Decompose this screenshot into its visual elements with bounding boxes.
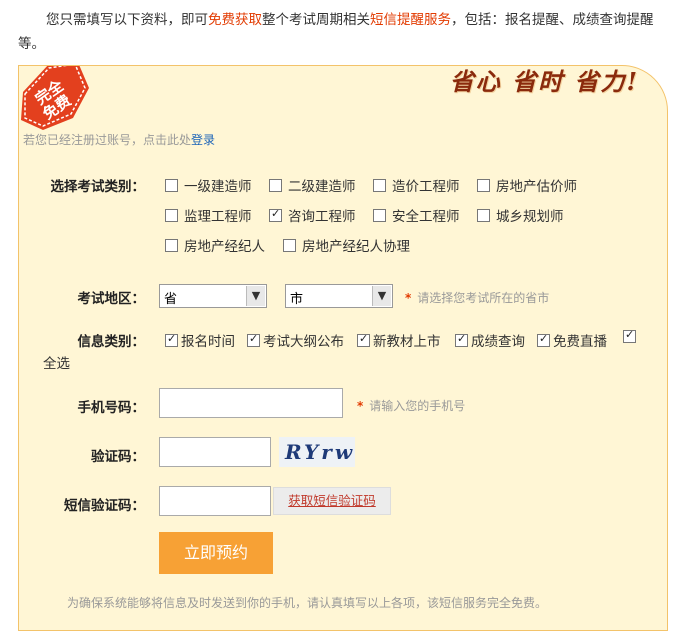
intro-text: 您只需填写以下资料，即可免费获取整个考试周期相关短信提醒服务，包括：报名提醒、成… <box>18 8 666 56</box>
exam-option-label: 一级建造师 <box>184 179 252 195</box>
get-sms-code-button[interactable]: 获取短信验证码 <box>273 487 391 515</box>
exam-option-label: 房地产经纪人协理 <box>302 239 410 255</box>
info-option-label: 报名时间 <box>181 334 235 350</box>
exam-option-2[interactable]: 造价工程师 <box>373 175 460 195</box>
login-link[interactable]: 登录 <box>191 133 215 147</box>
footnote: 为确保系统能够将信息及时发送到你的手机，请认真填写以上各项，该短信服务完全免费。 <box>67 596 548 610</box>
region-hint: * 请选择您考试所在的省市 <box>405 289 549 306</box>
exam-option-9[interactable]: 房地产经纪人协理 <box>283 235 410 255</box>
required-star: * <box>357 399 364 413</box>
checkbox-icon[interactable] <box>373 209 386 222</box>
intro-part2: 整个考试周期相关 <box>262 12 370 28</box>
exam-option-label: 安全工程师 <box>392 209 460 225</box>
phone-hint: * 请输入您的手机号 <box>357 397 465 414</box>
city-select[interactable]: 市 ▼ <box>285 284 393 308</box>
chevron-down-icon[interactable]: ▼ <box>246 286 265 306</box>
exam-option-label: 监理工程师 <box>184 209 252 225</box>
intro-part1: 您只需填写以下资料，即可 <box>46 12 208 28</box>
checkbox-icon[interactable] <box>165 179 178 192</box>
captcha-input[interactable] <box>159 437 271 467</box>
checkbox-checked-icon[interactable] <box>247 332 260 347</box>
info-option-label: 免费直播 <box>553 334 607 350</box>
intro-highlight-sms: 短信提醒服务 <box>370 12 451 28</box>
select-all-label[interactable]: 全选 <box>43 352 70 372</box>
info-option-2[interactable]: 新教材上市 <box>357 330 441 350</box>
info-option-3[interactable]: 成绩查询 <box>455 330 525 350</box>
checkbox-checked-icon[interactable] <box>623 328 636 343</box>
select-all-checkbox[interactable] <box>623 328 642 346</box>
region-label: 考试地区： <box>77 291 146 307</box>
sms-code-label: 短信验证码： <box>64 498 145 514</box>
exam-option-8[interactable]: 房地产经纪人 <box>165 235 265 255</box>
exam-option-label: 二级建造师 <box>288 179 356 195</box>
checkbox-checked-icon[interactable] <box>455 332 468 347</box>
intro-highlight-free: 免费获取 <box>208 12 262 28</box>
checkbox-icon[interactable] <box>477 209 490 222</box>
login-hint: 若您已经注册过账号，点击此处登录 <box>23 131 215 148</box>
required-star: * <box>405 291 412 305</box>
slogan-text: 省心 省时 省力! <box>449 67 639 96</box>
info-option-0[interactable]: 报名时间 <box>165 330 235 350</box>
checkbox-icon[interactable] <box>373 179 386 192</box>
province-value: 省 <box>164 292 178 307</box>
exam-option-7[interactable]: 城乡规划师 <box>477 205 564 225</box>
exam-option-0[interactable]: 一级建造师 <box>165 175 252 195</box>
province-select[interactable]: 省 ▼ <box>159 284 267 308</box>
phone-label: 手机号码： <box>77 400 146 416</box>
region-hint-text: 请选择您考试所在的省市 <box>417 291 550 305</box>
exam-option-label: 造价工程师 <box>392 179 460 195</box>
exam-option-label: 城乡规划师 <box>496 209 564 225</box>
city-value: 市 <box>290 292 304 307</box>
checkbox-icon[interactable] <box>165 239 178 252</box>
checkbox-checked-icon[interactable] <box>537 332 550 347</box>
info-option-label: 成绩查询 <box>471 334 525 350</box>
phone-input[interactable] <box>159 388 343 418</box>
exam-option-5[interactable]: 咨询工程师 <box>269 205 356 225</box>
phone-hint-text: 请输入您的手机号 <box>369 399 466 413</box>
checkbox-icon[interactable] <box>283 239 296 252</box>
checkbox-checked-icon[interactable] <box>357 332 370 347</box>
exam-option-3[interactable]: 房地产估价师 <box>477 175 577 195</box>
exam-option-1[interactable]: 二级建造师 <box>269 175 356 195</box>
sms-code-input[interactable] <box>159 486 271 516</box>
checkbox-checked-icon[interactable] <box>165 332 178 347</box>
exam-option-label: 咨询工程师 <box>288 209 356 225</box>
chevron-down-icon[interactable]: ▼ <box>372 286 391 306</box>
info-option-4[interactable]: 免费直播 <box>537 330 607 350</box>
exam-option-label: 房地产经纪人 <box>184 239 265 255</box>
signup-panel: 完全 免费 省心 省时 省力! 若您已经注册过账号，点击此处登录 选择考试类别：… <box>18 65 668 631</box>
checkbox-icon[interactable] <box>477 179 490 192</box>
checkbox-icon[interactable] <box>269 179 282 192</box>
info-option-1[interactable]: 考试大纲公布 <box>247 330 344 350</box>
exam-option-6[interactable]: 安全工程师 <box>373 205 460 225</box>
captcha-label: 验证码： <box>91 449 145 465</box>
info-types-label: 信息类别： <box>77 334 146 350</box>
checkbox-checked-icon[interactable] <box>269 207 282 222</box>
login-hint-text: 若您已经注册过账号，点击此处 <box>23 133 192 147</box>
exam-option-label: 房地产估价师 <box>496 179 577 195</box>
info-option-label: 新教材上市 <box>373 334 441 350</box>
checkbox-icon[interactable] <box>165 209 178 222</box>
exam-option-4[interactable]: 监理工程师 <box>165 205 252 225</box>
submit-button[interactable]: 立即预约 <box>159 532 273 574</box>
captcha-image[interactable]: RYrw <box>279 437 355 467</box>
info-option-label: 考试大纲公布 <box>263 334 344 350</box>
exam-category-label: 选择考试类别： <box>50 179 146 195</box>
